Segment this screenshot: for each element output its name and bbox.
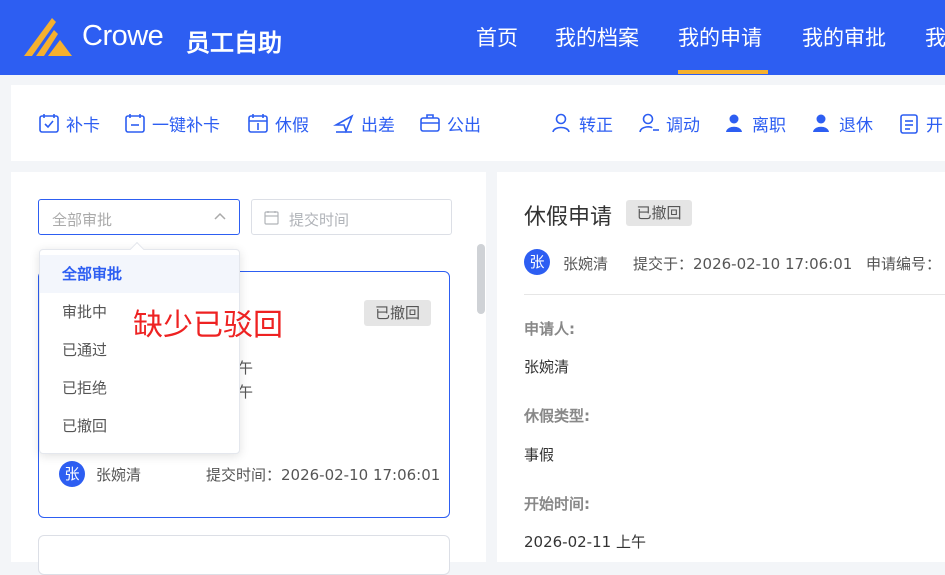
application-number-label: 申请编号： xyxy=(866,255,942,273)
avatar: 张 xyxy=(524,249,550,275)
action-label: 退休 xyxy=(839,115,873,136)
status-badge: 已撤回 xyxy=(626,200,692,226)
briefcase-icon xyxy=(420,114,440,132)
field-value-applicant: 张婉清 xyxy=(524,358,570,376)
action-more[interactable]: 开 xyxy=(898,111,943,136)
user-transfer-icon xyxy=(639,113,659,133)
active-nav-indicator xyxy=(678,70,768,74)
nav-more[interactable]: 我 xyxy=(925,22,945,52)
nav-my-applications[interactable]: 我的申请 xyxy=(678,22,762,52)
action-regularization[interactable]: 转正 xyxy=(551,111,613,136)
field-label-applicant: 申请人: xyxy=(524,320,575,338)
action-business-trip[interactable]: 出差 xyxy=(333,111,395,136)
field-label-start-time: 开始时间: xyxy=(524,495,590,513)
submit-time-placeholder: 提交时间 xyxy=(289,211,350,229)
clipboard-icon xyxy=(900,114,918,134)
user-retire-icon xyxy=(813,114,829,132)
action-label: 出差 xyxy=(361,115,395,136)
status-dropdown: 全部审批 审批中 已通过 已拒绝 已撤回 xyxy=(39,241,240,454)
action-one-click-fix[interactable]: 一键补卡 xyxy=(124,111,220,136)
action-label: 休假 xyxy=(275,115,309,136)
action-label: 一键补卡 xyxy=(152,115,220,136)
action-transfer[interactable]: 调动 xyxy=(638,111,700,136)
calendar-check-icon xyxy=(125,114,145,133)
field-label-leave-type: 休假类型: xyxy=(524,407,590,425)
avatar: 张 xyxy=(59,461,85,487)
app-title: 员工自助 xyxy=(186,29,282,57)
user-icon xyxy=(552,113,570,133)
crowe-logo-icon xyxy=(24,18,72,56)
action-label: 离职 xyxy=(752,115,786,136)
calendar-check-icon xyxy=(39,114,59,133)
field-value-leave-type: 事假 xyxy=(524,446,555,464)
applicant-name: 张婉清 xyxy=(96,466,142,484)
action-official-out[interactable]: 公出 xyxy=(419,111,481,136)
field-value-start-time: 2026-02-11 上午 xyxy=(524,533,646,551)
submit-time-input[interactable]: 提交时间 xyxy=(251,199,452,235)
action-retirement[interactable]: 退休 xyxy=(811,111,873,136)
quick-action-bar: 补卡 一键补卡 休假 出差 公出 转正 调动 离职 退休 开 xyxy=(11,85,945,161)
submitted-time: 提交于：2026-02-10 17:06:01 xyxy=(633,255,853,273)
chevron-up-icon xyxy=(214,212,226,220)
card-text-fragment: 午 xyxy=(238,383,254,401)
action-clock-in-fix[interactable]: 补卡 xyxy=(38,111,100,136)
action-label: 公出 xyxy=(447,115,481,136)
calendar-icon xyxy=(264,211,279,225)
dropdown-option-all[interactable]: 全部审批 xyxy=(40,255,239,293)
nav-my-approvals[interactable]: 我的审批 xyxy=(802,22,886,52)
nav-home[interactable]: 首页 xyxy=(476,22,518,52)
application-detail-panel: 休假申请 已撤回 张 张婉清 提交于：2026-02-10 17:06:01 申… xyxy=(497,172,945,562)
action-resignation[interactable]: 离职 xyxy=(724,111,786,136)
airplane-icon xyxy=(333,114,354,134)
divider xyxy=(524,294,945,295)
action-label: 补卡 xyxy=(66,115,100,136)
brand-name: Crowe xyxy=(82,20,164,52)
status-badge: 已撤回 xyxy=(364,300,431,326)
submit-time: 提交时间：2026-02-10 17:06:01 xyxy=(206,466,441,484)
action-leave[interactable]: 休假 xyxy=(247,111,309,136)
applicant-name: 张婉清 xyxy=(563,255,609,273)
annotation-text: 缺少已驳回 xyxy=(133,308,283,343)
user-leave-icon xyxy=(726,114,742,132)
action-label: 开 xyxy=(926,115,943,136)
card-text-fragment: 午 xyxy=(238,359,254,377)
dropdown-option-rejected[interactable]: 已拒绝 xyxy=(40,369,239,407)
dropdown-option-withdrawn[interactable]: 已撤回 xyxy=(40,407,239,445)
top-header: Crowe 员工自助 首页 我的档案 我的申请 我的审批 我 xyxy=(0,0,945,75)
action-label: 调动 xyxy=(666,115,700,136)
action-label: 转正 xyxy=(579,115,613,136)
nav-my-profile[interactable]: 我的档案 xyxy=(555,22,639,52)
status-filter-value: 全部审批 xyxy=(52,211,113,229)
application-card[interactable] xyxy=(38,535,450,575)
list-scrollbar[interactable] xyxy=(477,244,485,314)
status-filter-select[interactable]: 全部审批 xyxy=(38,199,240,235)
detail-title: 休假申请 xyxy=(524,205,613,230)
calendar-leave-icon xyxy=(248,114,268,133)
